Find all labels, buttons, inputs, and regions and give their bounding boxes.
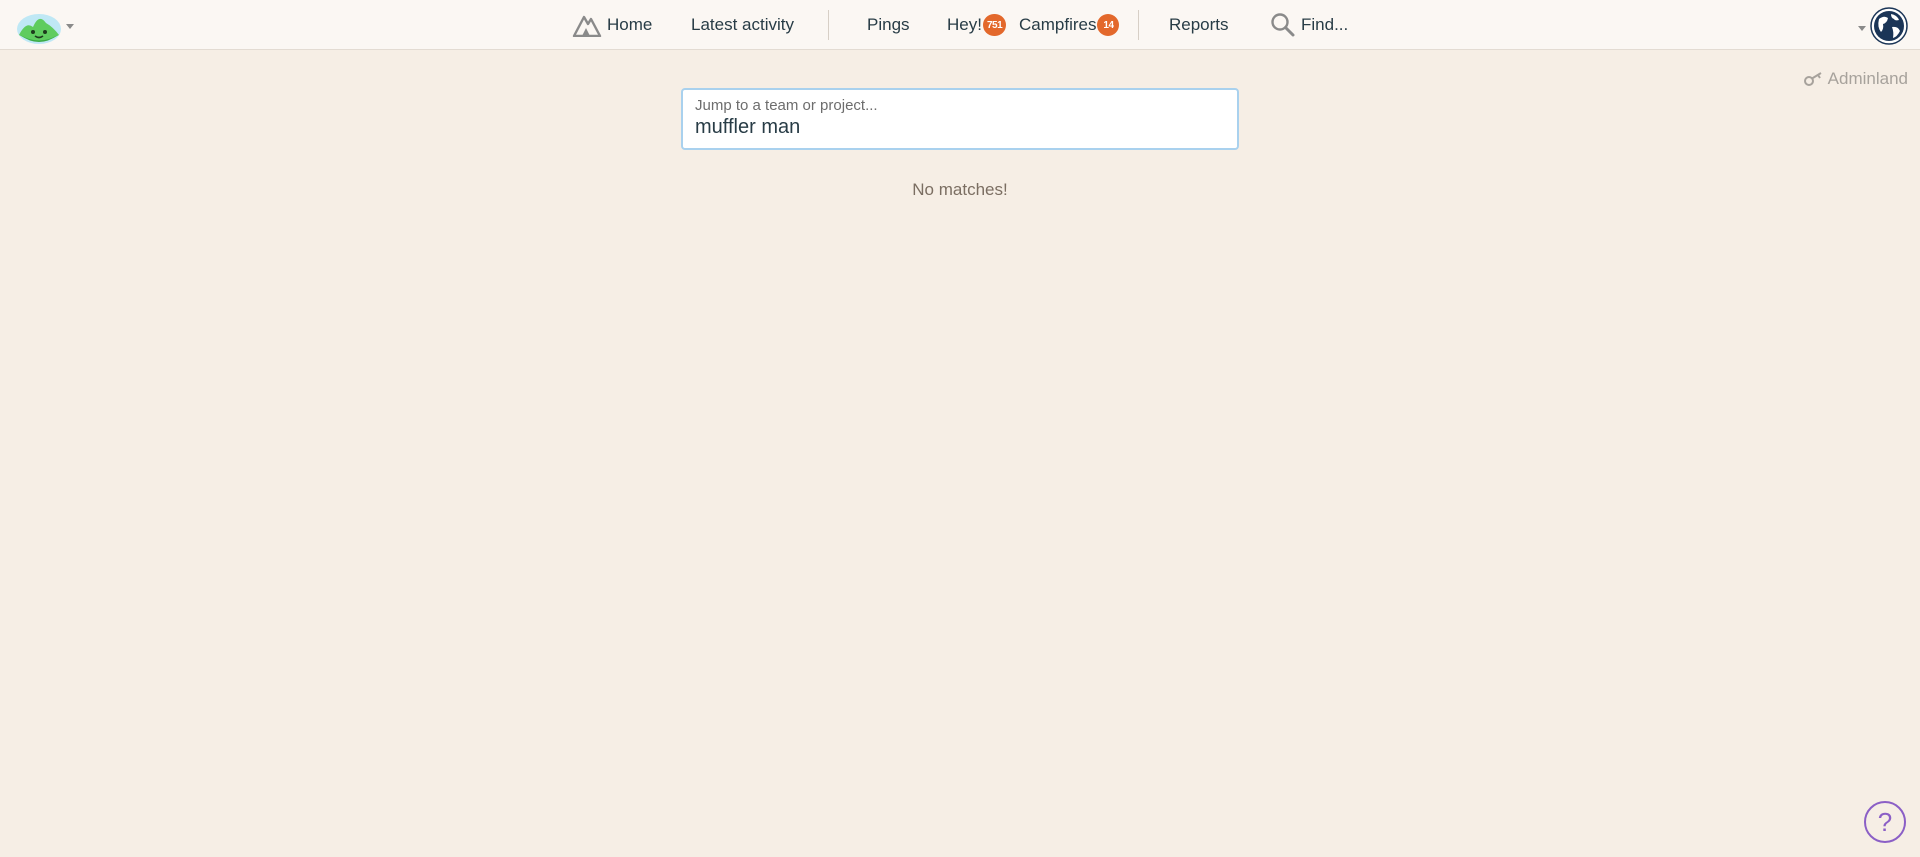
help-button[interactable]: ?: [1864, 801, 1906, 843]
campfires-count-badge: 14: [1097, 14, 1120, 36]
nav-home-label: Home: [607, 15, 653, 34]
nav-divider: [1138, 10, 1139, 40]
nav-pings-label: Pings: [867, 15, 910, 34]
nav-divider: [828, 10, 829, 40]
nav-campfires[interactable]: Campfires 14: [1019, 0, 1120, 50]
top-navigation-bar: Home Latest activity Pings Hey! 751 Camp…: [0, 0, 1920, 50]
nav-latest-activity-label: Latest activity: [691, 15, 794, 34]
nav-reports[interactable]: Reports: [1169, 0, 1229, 50]
adminland-link[interactable]: Adminland: [1803, 69, 1908, 89]
nav-campfires-label: Campfires: [1019, 15, 1097, 34]
chevron-down-icon[interactable]: [1858, 26, 1866, 31]
search-icon: [1270, 12, 1296, 38]
nav-hey-label: Hey!: [947, 15, 982, 34]
help-icon: ?: [1877, 806, 1893, 837]
nav-find[interactable]: Find...: [1270, 0, 1348, 50]
nav-pings[interactable]: Pings: [867, 0, 910, 50]
jump-to-label: Jump to a team or project...: [695, 97, 878, 114]
nav-reports-label: Reports: [1169, 15, 1229, 34]
main-nav: Home Latest activity Pings Hey! 751 Camp…: [0, 0, 1920, 50]
globe-avatar-icon: [1870, 7, 1908, 45]
key-icon: [1803, 72, 1822, 86]
nav-find-label: Find...: [1301, 15, 1349, 34]
nav-home[interactable]: Home: [572, 0, 652, 50]
avatar[interactable]: [1870, 7, 1908, 45]
nav-hey[interactable]: Hey! 751: [947, 0, 1007, 50]
mountain-home-icon: [572, 13, 602, 37]
no-matches-message: No matches!: [912, 180, 1008, 199]
hey-count-badge: 751: [982, 14, 1007, 36]
nav-latest-activity[interactable]: Latest activity: [691, 0, 794, 50]
jump-to-project-box[interactable]: Jump to a team or project...: [681, 88, 1239, 150]
jump-search-input[interactable]: [695, 116, 1225, 139]
adminland-label: Adminland: [1827, 69, 1908, 88]
